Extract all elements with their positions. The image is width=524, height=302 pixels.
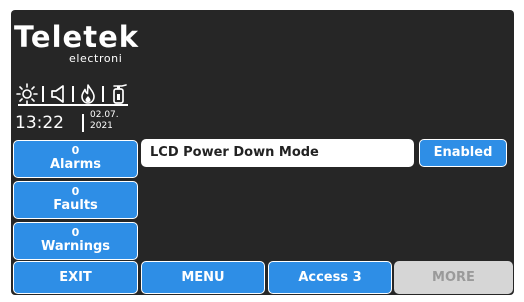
clock-divider [82, 114, 84, 132]
speaker-icon [51, 85, 64, 103]
clock-date-day: 02.07. [90, 110, 119, 120]
menu-button[interactable]: MENU [141, 261, 265, 294]
warnings-button[interactable]: 0 Warnings [13, 222, 138, 260]
sun-icon [16, 83, 38, 105]
clock-time: 13:22 [15, 113, 64, 133]
fire-extinguisher-icon [113, 84, 127, 104]
alarms-count: 0 [71, 144, 80, 157]
faults-count: 0 [71, 185, 80, 198]
teletek-logo: Teletek electroni [14, 20, 144, 65]
logo-wordmark: Teletek [14, 20, 140, 54]
faults-button[interactable]: 0 Faults [13, 181, 138, 219]
separator-icon [102, 86, 104, 102]
separator-icon [42, 86, 44, 102]
separator-icon [72, 86, 74, 102]
status-divider [18, 104, 128, 106]
alarms-label: Alarms [50, 157, 101, 172]
more-button[interactable]: MORE [394, 261, 513, 294]
access-level-button[interactable]: Access 3 [268, 261, 392, 294]
clock-date: 02.07. 2021 [90, 110, 119, 132]
lcd-power-down-toggle[interactable]: Enabled [419, 139, 507, 167]
warnings-count: 0 [71, 226, 80, 239]
status-icons-row [16, 83, 134, 105]
lcd-power-down-label: LCD Power Down Mode [141, 139, 414, 167]
exit-button[interactable]: EXIT [13, 261, 138, 294]
flame-icon [81, 84, 95, 104]
logo-subtitle: electroni [69, 52, 123, 65]
alarms-button[interactable]: 0 Alarms [13, 140, 138, 178]
clock-date-year: 2021 [90, 121, 113, 131]
warnings-label: Warnings [40, 239, 111, 254]
panel-screen: Teletek electroni 13:22 02.07. 2021 0 Al… [11, 10, 514, 295]
faults-label: Faults [53, 198, 98, 213]
